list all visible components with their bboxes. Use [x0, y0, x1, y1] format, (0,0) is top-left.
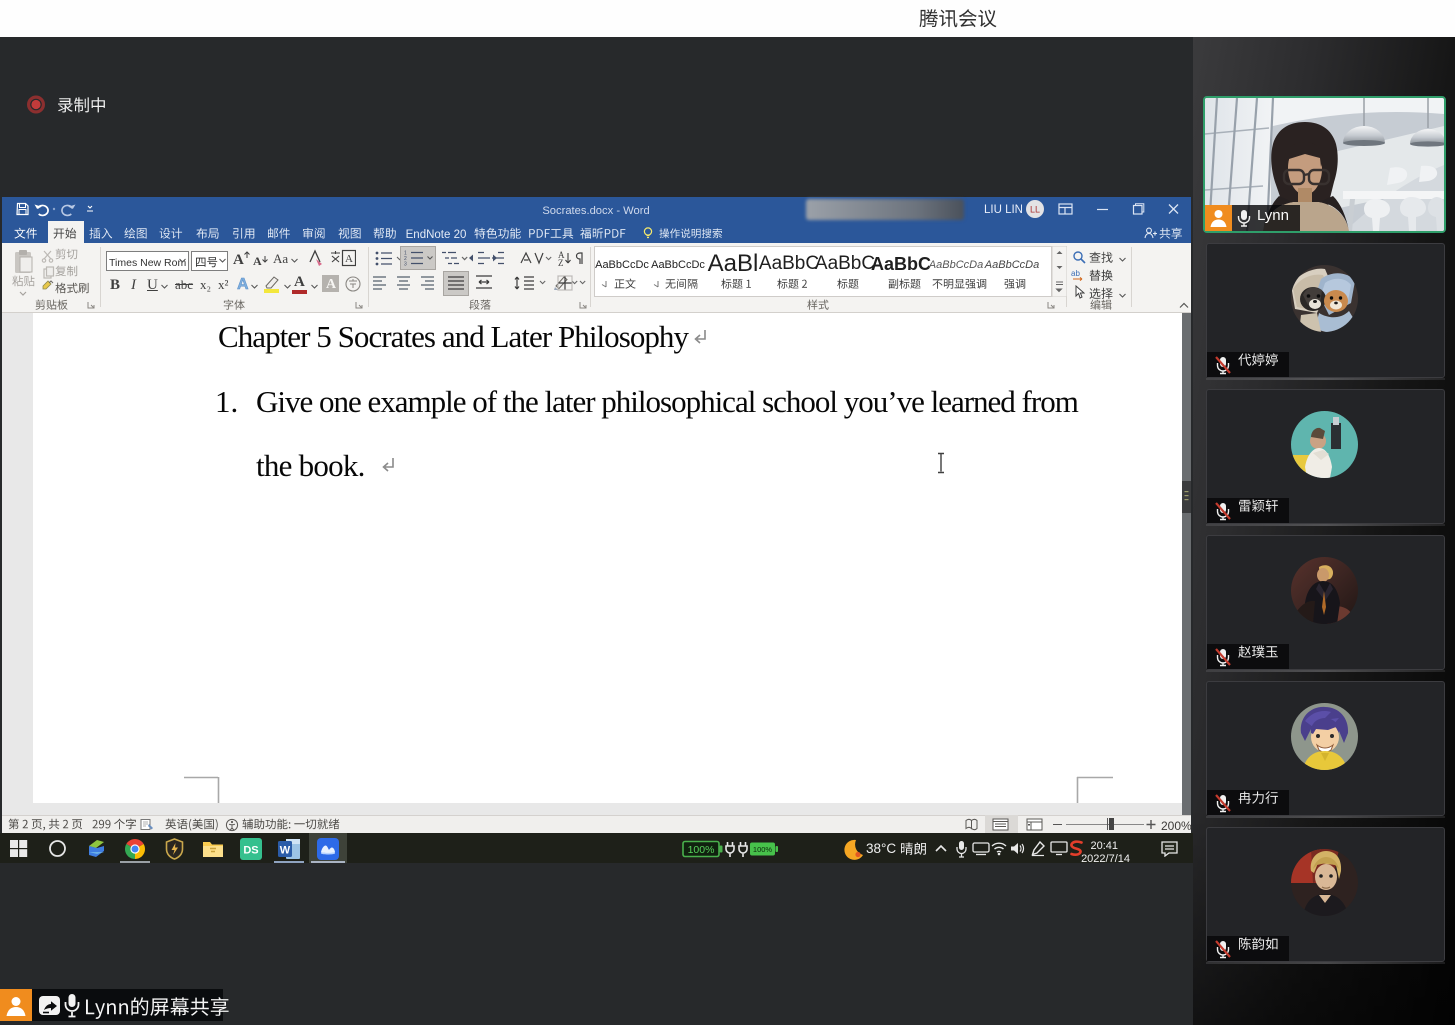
- svg-text:LL: LL: [1030, 205, 1040, 215]
- svg-text:W: W: [280, 845, 291, 857]
- svg-text:DS: DS: [243, 845, 258, 857]
- svg-text:100%: 100%: [753, 845, 773, 854]
- svg-text:3: 3: [404, 262, 407, 268]
- svg-text:100%: 100%: [688, 844, 715, 856]
- svg-text:Z: Z: [558, 258, 564, 268]
- svg-text:ab: ab: [1071, 269, 1080, 278]
- svg-text:A: A: [345, 253, 353, 265]
